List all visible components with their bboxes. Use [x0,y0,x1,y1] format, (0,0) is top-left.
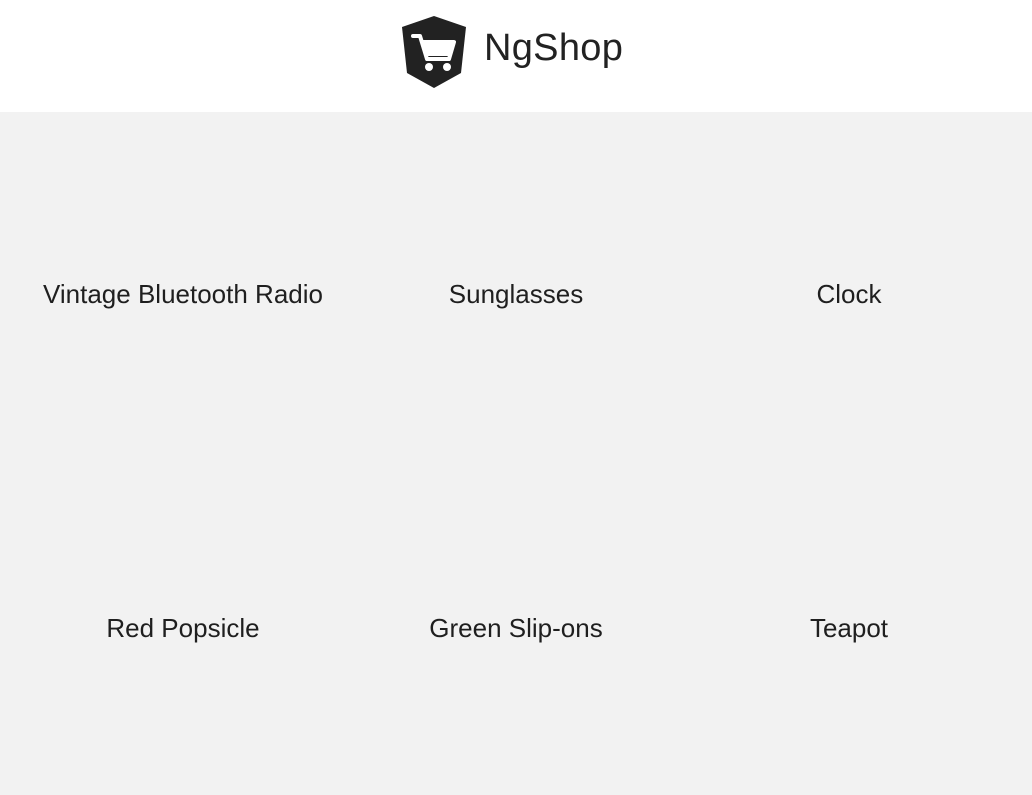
site-header: NgShop [0,0,1032,112]
brand-home-link[interactable]: NgShop [399,15,623,89]
product-card[interactable]: Sunglasses [344,127,688,461]
product-card[interactable]: Red Popsicle [11,461,355,795]
product-name: Teapot [809,612,889,643]
product-grid: Vintage Bluetooth Radio Sunglasses Clock… [0,112,1032,763]
product-name: Red Popsicle [106,612,260,643]
product-card[interactable]: Vintage Bluetooth Radio [11,127,355,461]
product-card[interactable]: Clock [677,127,1021,461]
product-name: Vintage Bluetooth Radio [43,278,323,309]
product-card[interactable]: Green Slip-ons [344,461,688,795]
product-name: Green Slip-ons [429,612,603,643]
brand-name: NgShop [484,27,624,69]
product-card[interactable]: Teapot [677,461,1021,795]
product-name: Clock [816,278,882,309]
shopping-cart-icon [399,15,469,89]
product-name: Sunglasses [448,278,584,309]
